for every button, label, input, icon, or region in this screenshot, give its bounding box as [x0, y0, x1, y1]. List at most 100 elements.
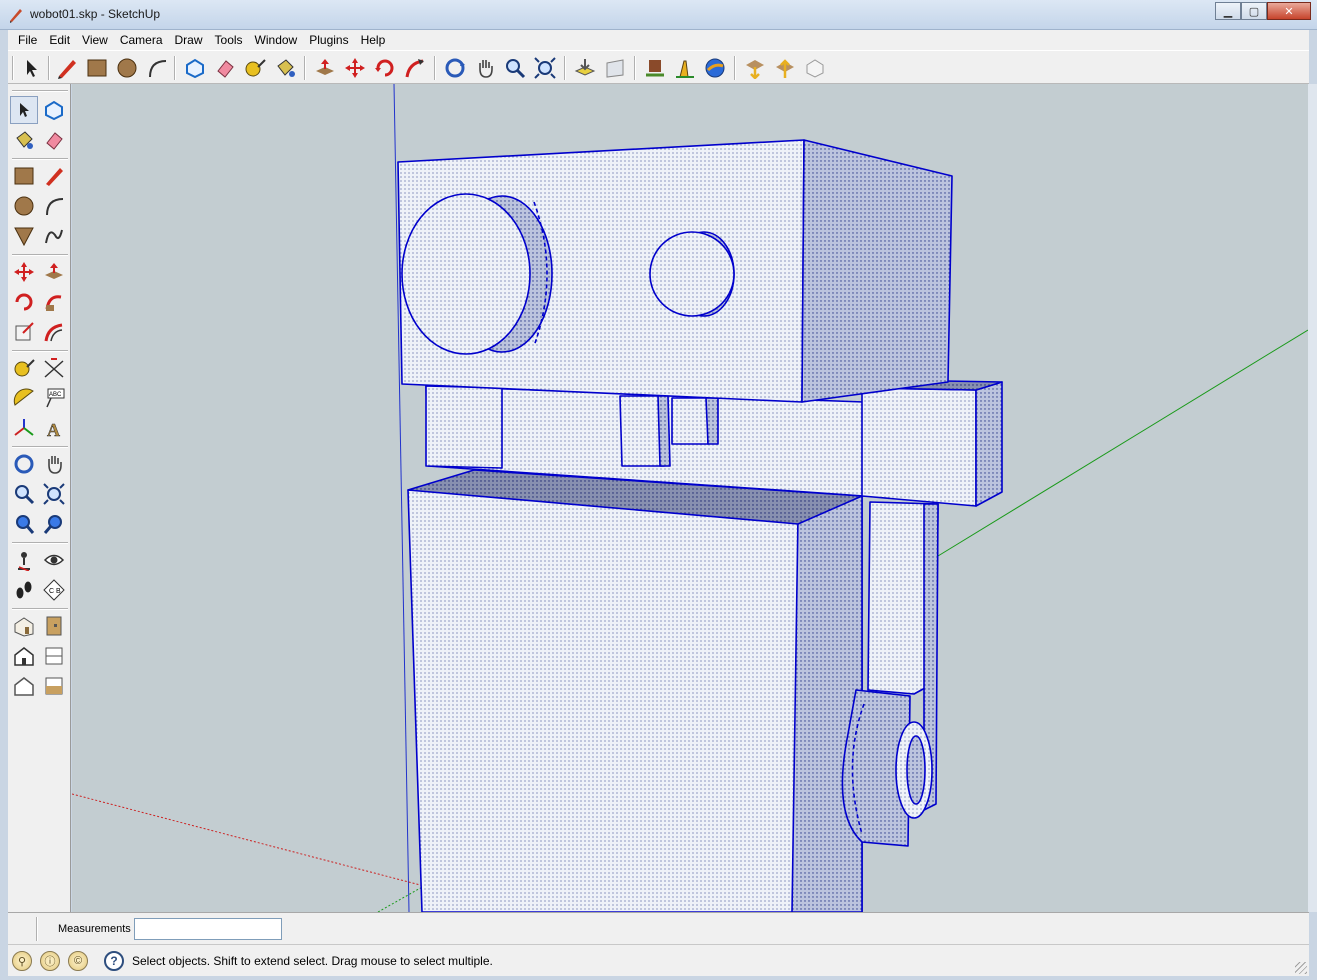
offset-tool-icon[interactable]	[40, 318, 68, 346]
walk-tool-icon[interactable]	[10, 576, 38, 604]
previous-view-tool-icon[interactable]	[10, 510, 38, 538]
resize-grip[interactable]	[1295, 962, 1307, 974]
orbit-icon[interactable]	[442, 55, 468, 81]
get-models-warehouse-icon[interactable]	[742, 55, 768, 81]
shoulder-side-face[interactable]	[975, 381, 1003, 507]
measurements-input[interactable]	[134, 918, 282, 940]
move-icon[interactable]	[342, 55, 368, 81]
measurements-grip[interactable]	[36, 917, 38, 941]
line-tool-icon[interactable]	[40, 162, 68, 190]
text-tool-icon[interactable]: ABC	[40, 384, 68, 412]
menu-help[interactable]: Help	[355, 33, 392, 47]
arc-tool-icon[interactable]	[40, 192, 68, 220]
toolbar-separator	[12, 608, 68, 610]
toolbar-separator	[634, 56, 636, 80]
paint-bucket-tool-icon[interactable]	[10, 126, 38, 154]
circle-tool-icon[interactable]	[10, 192, 38, 220]
position-camera-tool-icon[interactable]	[10, 546, 38, 574]
pencil-icon[interactable]	[54, 55, 80, 81]
upload-icon[interactable]	[772, 55, 798, 81]
eraser-tool-icon[interactable]	[40, 126, 68, 154]
rotate-icon[interactable]	[372, 55, 398, 81]
pan-icon[interactable]	[472, 55, 498, 81]
neck-tooth-left[interactable]	[619, 395, 665, 467]
component-icon[interactable]	[802, 55, 828, 81]
credits-icon[interactable]: ⓘ	[40, 951, 60, 971]
follow-me-tool-icon[interactable]	[40, 288, 68, 316]
menu-window[interactable]: Window	[249, 33, 304, 47]
help-icon[interactable]: ?	[104, 951, 124, 971]
menu-camera[interactable]: Camera	[114, 33, 169, 47]
shoulder-front-face[interactable]	[861, 387, 977, 507]
menu-file[interactable]: File	[12, 33, 43, 47]
freehand-tool-icon[interactable]	[40, 222, 68, 250]
top-view-icon[interactable]	[40, 642, 68, 670]
google-earth-icon[interactable]	[702, 55, 728, 81]
look-around-tool-icon[interactable]	[40, 546, 68, 574]
hand-hole[interactable]	[906, 735, 926, 805]
menu-draw[interactable]: Draw	[169, 33, 209, 47]
rectangle-tool-icon[interactable]	[10, 162, 38, 190]
zoom-tool-icon[interactable]	[10, 480, 38, 508]
close-button[interactable]: ✕	[1267, 2, 1311, 20]
tape-measure-tool-icon[interactable]	[10, 354, 38, 382]
pan-tool-icon[interactable]	[40, 450, 68, 478]
paint-bucket-icon[interactable]	[272, 55, 298, 81]
push-pull-tool-icon[interactable]	[40, 258, 68, 286]
geo-location-icon[interactable]: ⚲	[12, 951, 32, 971]
make-component-icon[interactable]	[182, 55, 208, 81]
toolbar-separator	[434, 56, 436, 80]
front-view-icon[interactable]	[10, 642, 38, 670]
follow-me-icon[interactable]	[402, 55, 428, 81]
tape-measure-icon[interactable]	[242, 55, 268, 81]
axes-tool-icon[interactable]	[10, 414, 38, 442]
eraser-icon[interactable]	[212, 55, 238, 81]
neck-left-block[interactable]	[425, 385, 503, 469]
neck-tooth-right[interactable]	[671, 397, 709, 445]
get-models-icon[interactable]	[572, 55, 598, 81]
select-icon[interactable]	[18, 55, 44, 81]
back-view-icon[interactable]	[10, 672, 38, 700]
user-account-icon[interactable]: ©	[68, 951, 88, 971]
minimize-button[interactable]: ▁	[1215, 2, 1241, 20]
head-side-face[interactable]	[801, 139, 953, 403]
zoom-icon[interactable]	[502, 55, 528, 81]
left-view-icon[interactable]	[40, 672, 68, 700]
share-model-icon[interactable]	[602, 55, 628, 81]
add-location-icon[interactable]	[672, 55, 698, 81]
place-model-icon[interactable]	[642, 55, 668, 81]
menu-tools[interactable]: Tools	[209, 33, 249, 47]
zoom-extents-icon[interactable]	[532, 55, 558, 81]
right-eye[interactable]	[649, 231, 735, 317]
move-tool-icon[interactable]	[10, 258, 38, 286]
right-view-icon[interactable]	[40, 612, 68, 640]
toolbar-grip[interactable]	[12, 90, 68, 92]
push-pull-icon[interactable]	[312, 55, 338, 81]
modeling-viewport[interactable]	[72, 84, 1308, 912]
iso-view-icon[interactable]	[10, 612, 38, 640]
section-plane-tool-icon[interactable]: C B	[40, 576, 68, 604]
circle-icon[interactable]	[114, 55, 140, 81]
menu-view[interactable]: View	[76, 33, 114, 47]
rotate-tool-icon[interactable]	[10, 288, 38, 316]
maximize-button[interactable]: ▢	[1241, 2, 1267, 20]
orbit-tool-icon[interactable]	[10, 450, 38, 478]
scale-tool-icon[interactable]	[10, 318, 38, 346]
model-canvas[interactable]	[72, 84, 1308, 912]
select-tool-icon[interactable]	[10, 96, 38, 124]
dimension-tool-icon[interactable]	[40, 354, 68, 382]
menu-edit[interactable]: Edit	[43, 33, 76, 47]
zoom-window-tool-icon[interactable]	[40, 480, 68, 508]
3d-text-tool-icon[interactable]: A	[40, 414, 68, 442]
menu-plugins[interactable]: Plugins	[303, 33, 354, 47]
toolbar-grip[interactable]	[12, 56, 14, 80]
arc-icon[interactable]	[144, 55, 170, 81]
make-component-tool-icon[interactable]	[40, 96, 68, 124]
left-eye[interactable]	[401, 193, 531, 355]
robot-model[interactable]	[397, 139, 1003, 912]
rectangle-icon[interactable]	[84, 55, 110, 81]
body-side-face[interactable]	[791, 495, 863, 912]
protractor-tool-icon[interactable]	[10, 384, 38, 412]
polygon-tool-icon[interactable]	[10, 222, 38, 250]
next-view-tool-icon[interactable]	[40, 510, 68, 538]
